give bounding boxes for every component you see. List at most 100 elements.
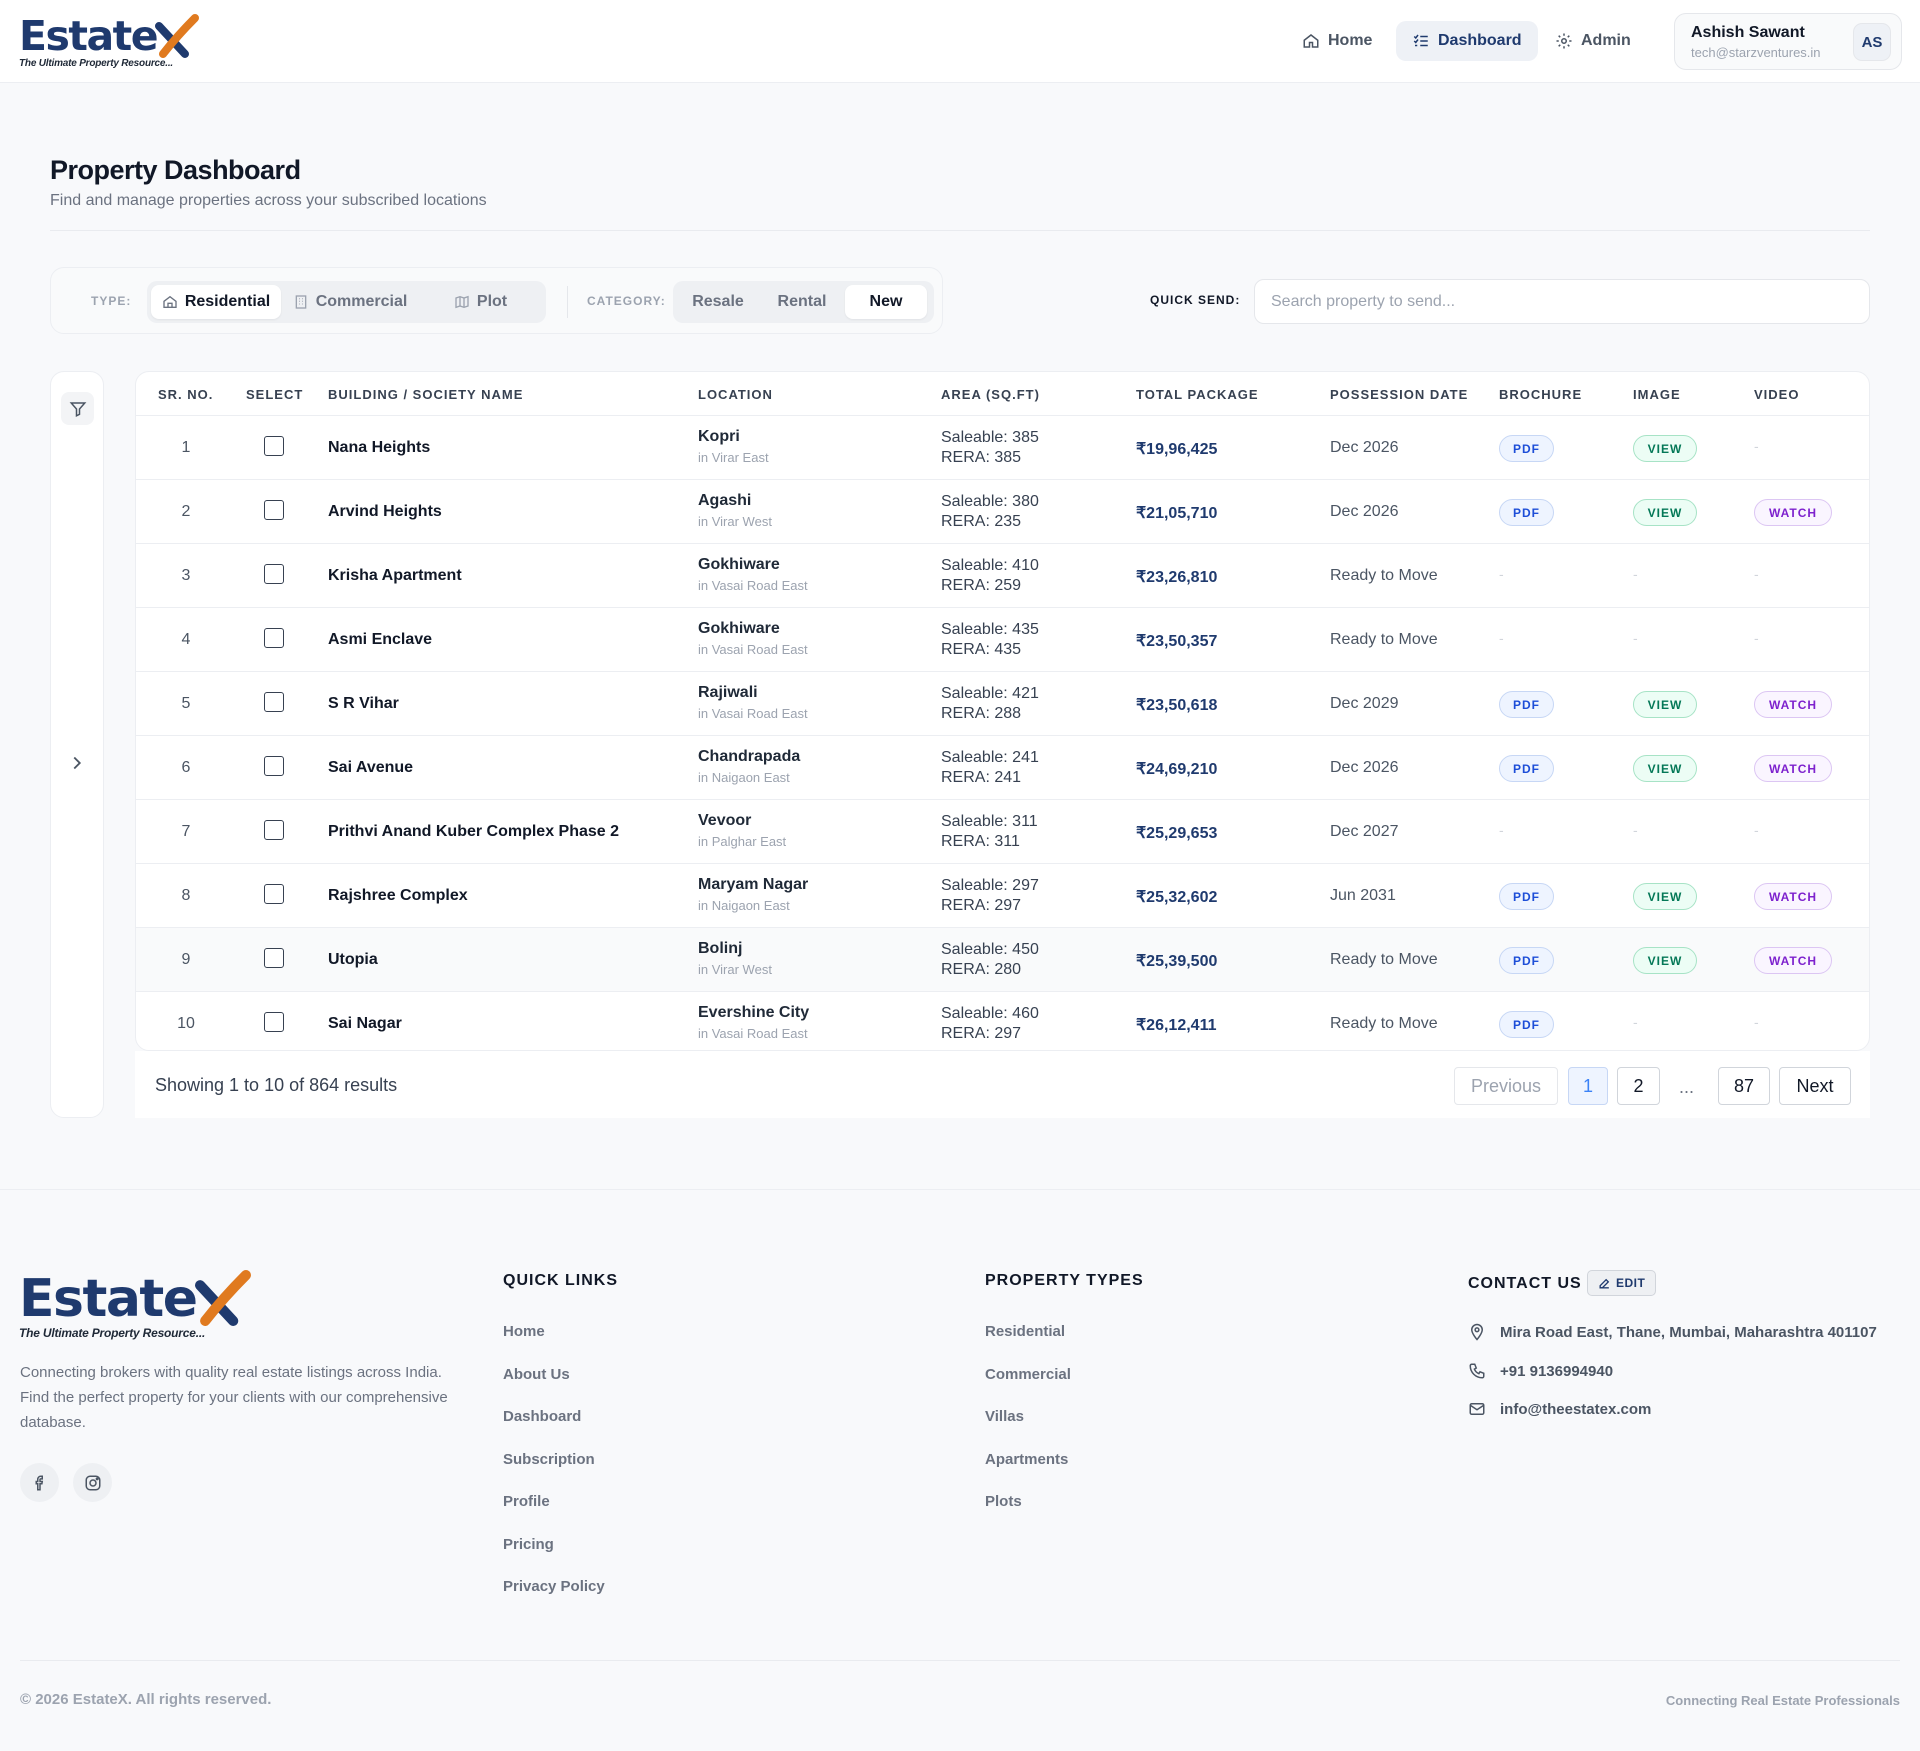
row-select-checkbox[interactable] <box>264 884 284 904</box>
previous-button[interactable]: Previous <box>1454 1067 1558 1105</box>
nav-admin[interactable]: Admin <box>1539 21 1647 61</box>
footer-type-apartments[interactable]: Apartments <box>985 1451 1068 1468</box>
brochure-pdf-button[interactable]: PDF <box>1499 691 1554 718</box>
footer-type-residential[interactable]: Residential <box>985 1323 1065 1340</box>
filter-bar: TYPE: Residential Commercial Plot CATEGO… <box>50 267 943 334</box>
row-building-name[interactable]: Sai Nagar <box>328 1015 402 1033</box>
brochure-pdf-button[interactable]: PDF <box>1499 947 1554 974</box>
brochure-pdf-button[interactable]: PDF <box>1499 883 1554 910</box>
footer-type-commercial[interactable]: Commercial <box>985 1366 1071 1383</box>
header-sr: SR. NO. <box>158 387 214 402</box>
instagram-link[interactable] <box>73 1463 112 1502</box>
row-building-name[interactable]: Asmi Enclave <box>328 631 432 649</box>
row-possession-date: Dec 2026 <box>1330 439 1399 456</box>
quick-send-input[interactable] <box>1254 279 1870 324</box>
type-plot[interactable]: Plot <box>419 285 542 319</box>
row-building-name[interactable]: Nana Heights <box>328 439 430 457</box>
footer-link-profile[interactable]: Profile <box>503 1493 550 1510</box>
type-residential[interactable]: Residential <box>151 285 281 319</box>
footer-link-subscription[interactable]: Subscription <box>503 1451 595 1468</box>
footer-link-pricing[interactable]: Pricing <box>503 1536 554 1553</box>
row-building-name[interactable]: Utopia <box>328 951 378 969</box>
row-rera-area: RERA: 311 <box>941 833 1020 850</box>
page-last-button[interactable]: 87 <box>1718 1067 1770 1105</box>
page-1-button[interactable]: 1 <box>1568 1067 1608 1105</box>
row-select-checkbox[interactable] <box>264 1012 284 1032</box>
brand-name: Estate <box>19 12 159 60</box>
brochure-pdf-button[interactable]: PDF <box>1499 1011 1554 1038</box>
filter-toggle-button[interactable] <box>61 392 94 425</box>
image-view-button[interactable]: VIEW <box>1633 499 1697 526</box>
nav-dashboard[interactable]: Dashboard <box>1396 21 1538 61</box>
table-row[interactable]: 2 Arvind Heights Agashi in Virar West Saleab… <box>136 480 1869 544</box>
expand-sidebar-button[interactable] <box>66 752 88 779</box>
row-building-name[interactable]: Arvind Heights <box>328 503 442 521</box>
footer-link-dashboard[interactable]: Dashboard <box>503 1408 581 1425</box>
table-row[interactable]: 3 Krisha Apartment Gokhiware in Vasai Road … <box>136 544 1869 608</box>
image-view-button[interactable]: VIEW <box>1633 691 1697 718</box>
video-watch-button[interactable]: WATCH <box>1754 499 1832 526</box>
page-2-button[interactable]: 2 <box>1617 1067 1660 1105</box>
table-row[interactable]: 1 Nana Heights Kopri in Virar East Saleable:… <box>136 416 1869 480</box>
row-select-checkbox[interactable] <box>264 500 284 520</box>
brand-logo[interactable]: Estate The Ultimate Property Resource... <box>19 12 200 69</box>
row-select-checkbox[interactable] <box>264 564 284 584</box>
contact-email[interactable]: info@theestatex.com <box>1468 1400 1651 1418</box>
user-menu[interactable]: Ashish Sawant tech@starzventures.in AS <box>1674 13 1902 70</box>
table-row[interactable]: 4 Asmi Enclave Gokhiware in Vasai Road East… <box>136 608 1869 672</box>
video-watch-button[interactable]: WATCH <box>1754 755 1832 782</box>
row-select-checkbox[interactable] <box>264 756 284 776</box>
brochure-pdf-button[interactable]: PDF <box>1499 755 1554 782</box>
footer-link-home[interactable]: Home <box>503 1323 545 1340</box>
table-row[interactable]: 8 Rajshree Complex Maryam Nagar in Naigaon … <box>136 864 1869 928</box>
footer-type-plots[interactable]: Plots <box>985 1493 1022 1510</box>
row-select-checkbox[interactable] <box>264 948 284 968</box>
footer-link-about[interactable]: About Us <box>503 1366 570 1383</box>
footer-logo[interactable]: Estate The Ultimate Property Resource... <box>19 1270 251 1340</box>
brochure-pdf-button[interactable]: PDF <box>1499 499 1554 526</box>
row-building-name[interactable]: Sai Avenue <box>328 759 413 777</box>
row-area-region: in Vasai Road East <box>698 642 808 657</box>
row-saleable-area: Saleable: 460 <box>941 1005 1039 1022</box>
table-row[interactable]: 5 S R Vihar Rajiwali in Vasai Road East Sale… <box>136 672 1869 736</box>
contact-phone[interactable]: +91 9136994940 <box>1468 1362 1613 1380</box>
row-area-region: in Virar East <box>698 450 769 465</box>
footer-description: Connecting brokers with quality real est… <box>20 1364 448 1431</box>
facebook-link[interactable] <box>20 1463 59 1502</box>
table-row[interactable]: 9 Utopia Bolinj in Virar West Saleable: 450 R… <box>136 928 1869 992</box>
category-rental[interactable]: Rental <box>761 285 843 319</box>
footer-type-villas[interactable]: Villas <box>985 1408 1024 1425</box>
edit-contact-button[interactable]: EDIT <box>1587 1270 1657 1296</box>
row-area-region: in Vasai Road East <box>698 706 808 721</box>
next-button[interactable]: Next <box>1779 1067 1851 1105</box>
image-view-button[interactable]: VIEW <box>1633 883 1697 910</box>
row-select-checkbox[interactable] <box>264 820 284 840</box>
nav-home[interactable]: Home <box>1286 21 1388 61</box>
table-row[interactable]: 10 Sai Nagar Evershine City in Vasai Road E… <box>136 992 1869 1050</box>
category-resale[interactable]: Resale <box>677 285 759 319</box>
type-segmented: Residential Commercial Plot <box>147 281 546 323</box>
row-building-name[interactable]: Rajshree Complex <box>328 887 468 905</box>
row-area-region: in Virar West <box>698 514 772 529</box>
row-building-name[interactable]: Krisha Apartment <box>328 567 462 585</box>
image-view-button[interactable]: VIEW <box>1633 947 1697 974</box>
avatar[interactable]: AS <box>1853 23 1891 61</box>
brochure-pdf-button[interactable]: PDF <box>1499 435 1554 462</box>
footer-link-privacy[interactable]: Privacy Policy <box>503 1578 605 1595</box>
image-view-button[interactable]: VIEW <box>1633 435 1697 462</box>
table-row[interactable]: 6 Sai Avenue Chandrapada in Naigaon East Sal… <box>136 736 1869 800</box>
row-select-checkbox[interactable] <box>264 692 284 712</box>
mail-icon <box>1469 1403 1485 1415</box>
row-area-region: in Palghar East <box>698 834 787 849</box>
video-watch-button[interactable]: WATCH <box>1754 883 1832 910</box>
row-select-checkbox[interactable] <box>264 436 284 456</box>
video-watch-button[interactable]: WATCH <box>1754 947 1832 974</box>
row-building-name[interactable]: S R Vihar <box>328 695 399 713</box>
table-row[interactable]: 7 Prithvi Anand Kuber Complex Phase 2 Vevo… <box>136 800 1869 864</box>
type-commercial[interactable]: Commercial <box>285 285 415 319</box>
image-view-button[interactable]: VIEW <box>1633 755 1697 782</box>
video-watch-button[interactable]: WATCH <box>1754 691 1832 718</box>
category-new[interactable]: New <box>845 285 927 319</box>
row-select-checkbox[interactable] <box>264 628 284 648</box>
row-building-name[interactable]: Prithvi Anand Kuber Complex Phase 2 <box>328 823 619 841</box>
